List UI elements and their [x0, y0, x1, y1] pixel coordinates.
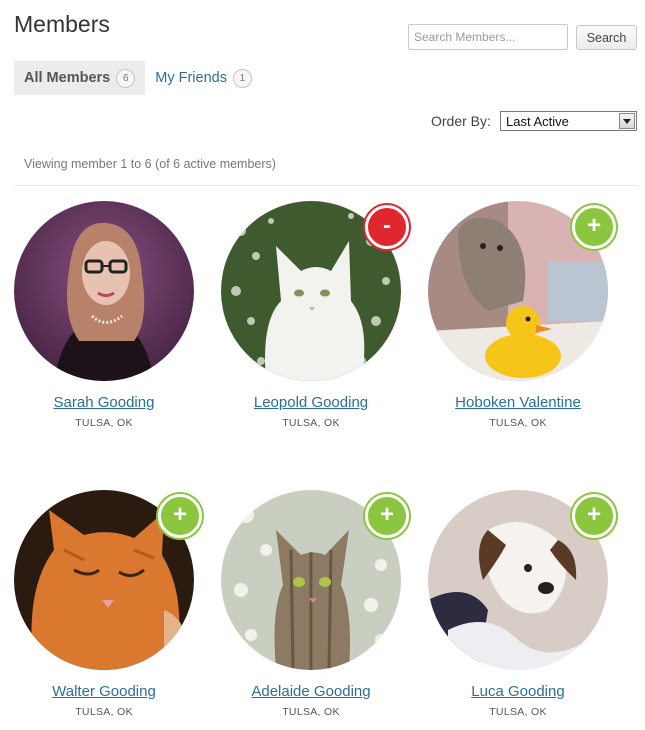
member-location: TULSA, OK [75, 417, 133, 429]
viewing-count-text: Viewing member 1 to 6 (of 6 active membe… [24, 157, 276, 171]
tab-label: My Friends [155, 70, 227, 86]
add-friend-button[interactable]: + [158, 494, 202, 538]
order-by-label: Order By: [431, 113, 491, 129]
tab-all-members[interactable]: All Members 6 [14, 61, 146, 95]
avatar[interactable]: + [221, 490, 409, 670]
search-input[interactable] [408, 24, 568, 50]
member-tabs: All Members 6 My Friends 1 [14, 61, 262, 95]
plus-icon: + [379, 501, 394, 528]
member-name-link[interactable]: Adelaide Gooding [211, 683, 411, 700]
member-location: TULSA, OK [282, 417, 340, 429]
tab-count-badge: 1 [232, 68, 252, 88]
chevron-down-icon[interactable] [619, 113, 635, 129]
add-friend-button[interactable]: + [572, 205, 616, 249]
member-card: Sarah Gooding TULSA, OK [4, 201, 204, 429]
member-location: TULSA, OK [489, 706, 547, 718]
add-friend-button[interactable]: + [365, 494, 409, 538]
add-friend-button[interactable]: + [572, 494, 616, 538]
minus-icon: - [383, 212, 391, 239]
member-card: + Adelaide Gooding TULSA, OK [211, 490, 411, 718]
member-location: TULSA, OK [282, 706, 340, 718]
avatar[interactable] [14, 201, 194, 381]
member-card: + Walter Gooding TULSA, OK [4, 490, 204, 718]
member-card: - Leopold Gooding TULSA, OK [211, 201, 411, 429]
search-button[interactable]: Search [576, 25, 637, 50]
order-by-select[interactable]: Last Active [500, 111, 637, 131]
page-title: Members [14, 11, 110, 37]
avatar[interactable]: - [221, 201, 409, 381]
member-name-link[interactable]: Hoboken Valentine [418, 394, 618, 411]
member-location: TULSA, OK [489, 417, 547, 429]
member-card: + Luca Gooding TULSA, OK [418, 490, 618, 718]
tab-my-friends[interactable]: My Friends 1 [145, 61, 262, 95]
member-name-link[interactable]: Leopold Gooding [211, 394, 411, 411]
tab-label: All Members [24, 70, 111, 86]
avatar[interactable]: + [428, 490, 616, 670]
tab-count-badge: 6 [116, 68, 136, 88]
member-card: + Hoboken Valentine TULSA, OK [418, 201, 618, 429]
member-name-link[interactable]: Walter Gooding [4, 683, 204, 700]
plus-icon: + [586, 212, 601, 239]
member-location: TULSA, OK [75, 706, 133, 718]
plus-icon: + [172, 501, 187, 528]
divider [14, 185, 638, 186]
member-name-link[interactable]: Sarah Gooding [4, 394, 204, 411]
order-by-value: Last Active [506, 113, 569, 129]
avatar[interactable]: + [428, 201, 616, 381]
avatar-photo [14, 201, 194, 381]
remove-friend-button[interactable]: - [365, 205, 409, 249]
plus-icon: + [586, 501, 601, 528]
avatar[interactable]: + [14, 490, 202, 670]
member-name-link[interactable]: Luca Gooding [418, 683, 618, 700]
